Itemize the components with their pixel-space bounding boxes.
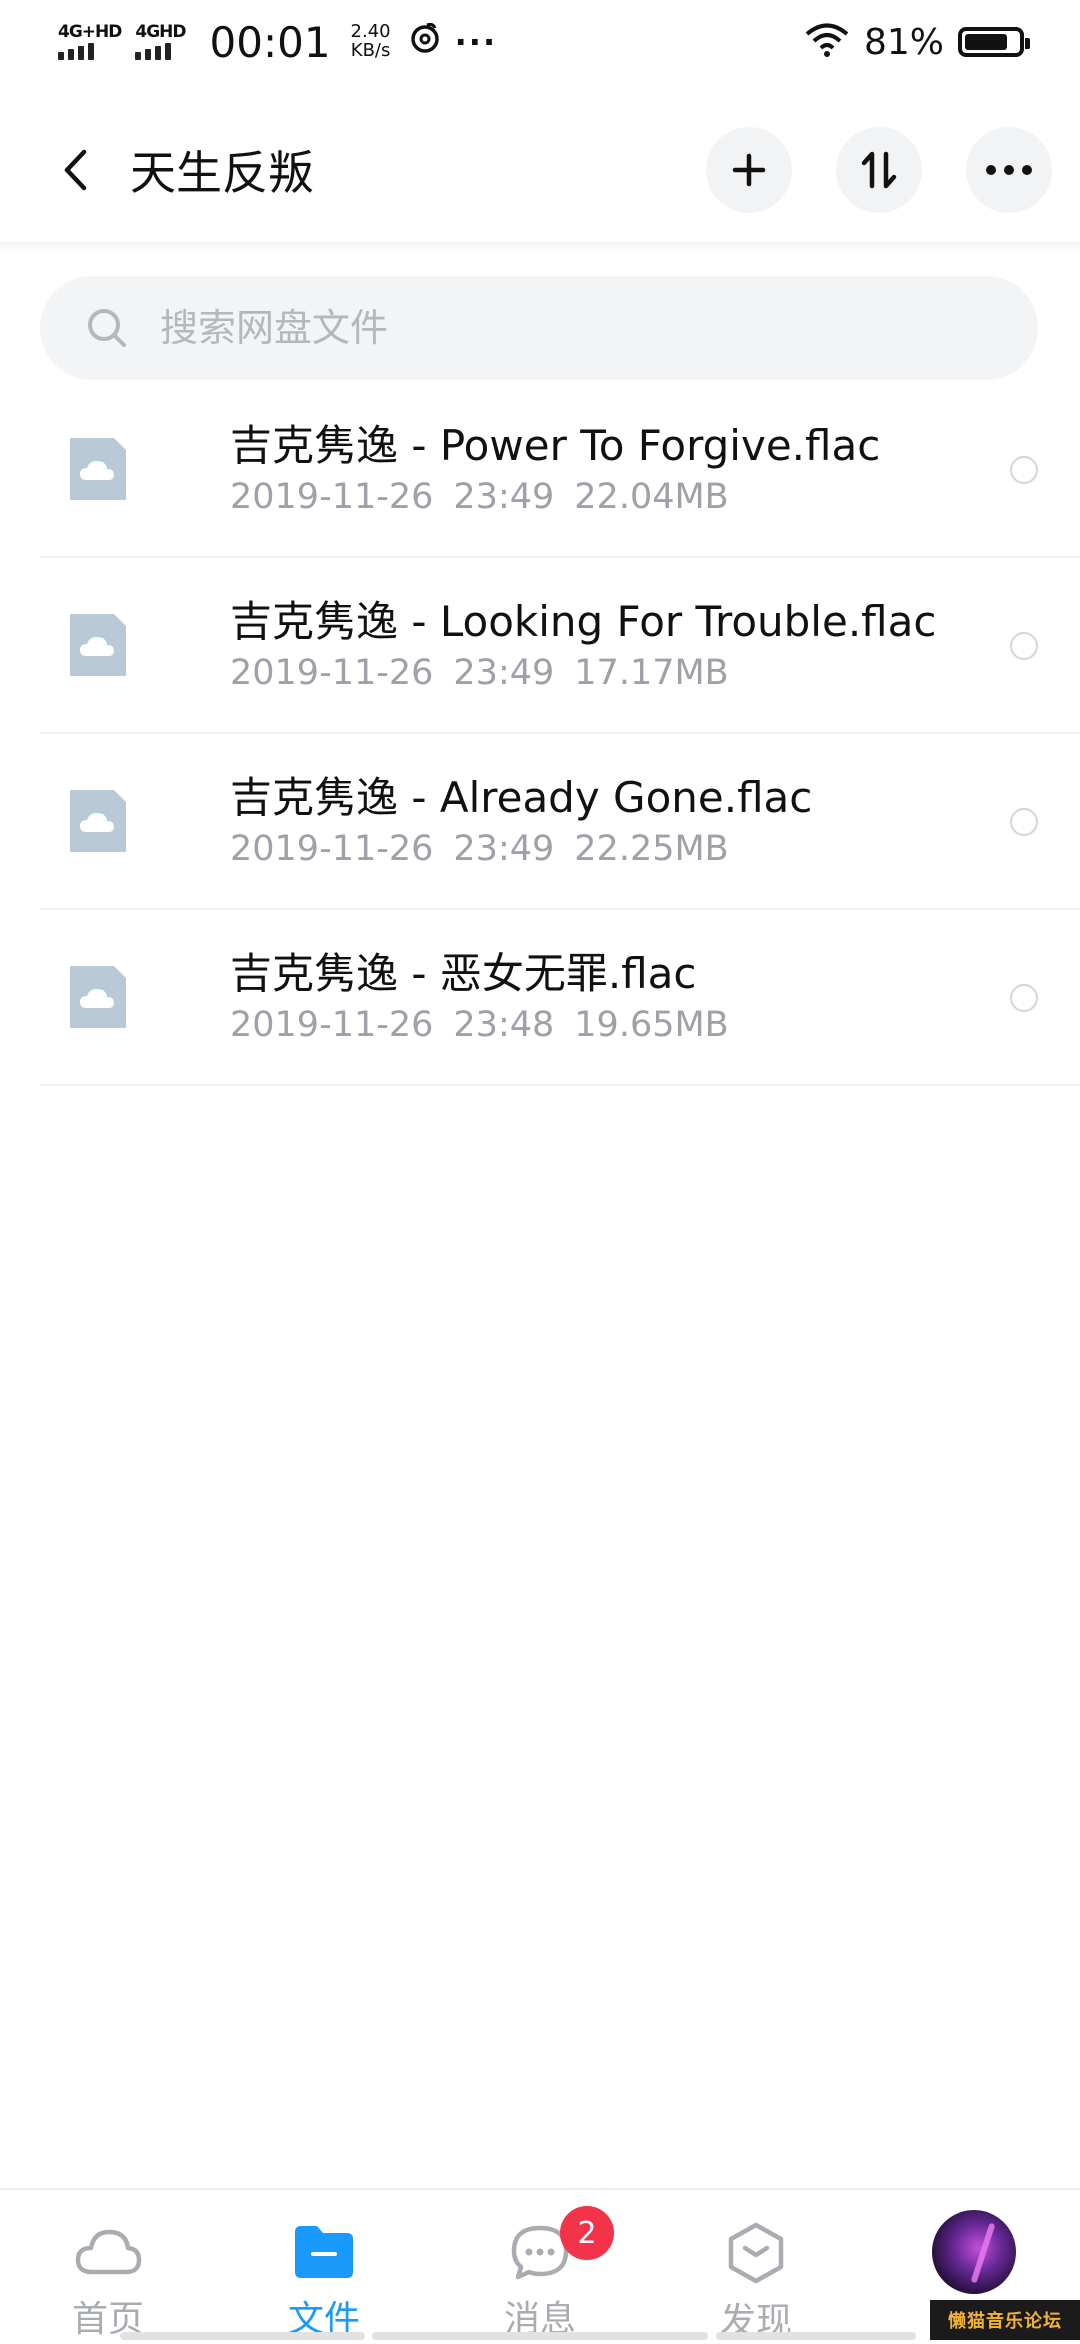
status-right: 81% [804,21,1030,63]
search-bar[interactable] [40,276,1038,380]
file-time: 23:49 [453,829,555,870]
file-size: 17.17MB [574,653,729,694]
select-checkbox[interactable] [1010,632,1038,660]
file-time: 23:49 [453,653,555,694]
home-indicator-right [716,2332,916,2340]
cloud-file-icon [70,438,126,500]
select-checkbox[interactable] [1010,456,1038,484]
header-divider [0,242,1080,252]
tab-discover[interactable]: 发现 [648,2190,864,2342]
cloud-file-icon [70,966,126,1028]
bottom-nav: 首页 文件 消息 2 发现 [0,2188,1080,2342]
select-checkbox[interactable] [1010,984,1038,1012]
file-size: 22.04MB [574,477,729,518]
tab-messages[interactable]: 消息 2 [432,2190,648,2342]
file-meta: 2019-11-26 23:49 22.25MB [230,829,812,869]
search-input[interactable] [158,305,938,351]
netease-music-icon [409,21,441,64]
speed-unit: KB/s [350,40,391,61]
tab-home[interactable]: 首页 [0,2190,216,2342]
add-button[interactable] [706,127,792,213]
file-row[interactable]: 吉克隽逸 - Already Gone.flac 2019-11-26 23:49… [40,734,1080,910]
network-speed: 2.40 KB/s [350,22,391,61]
more-button[interactable] [966,127,1052,213]
cloud-file-icon [70,614,126,676]
signal-bars-1-icon [58,43,94,60]
clock: 00:01 [209,17,331,67]
sort-icon [861,151,897,189]
file-size: 19.65MB [574,1005,729,1046]
file-text: 吉克隽逸 - Already Gone.flac 2019-11-26 23:49… [230,773,812,869]
header: 天生反叛 [0,100,1080,240]
cloud-file-icon [70,790,126,852]
plus-icon [732,153,766,187]
file-date: 2019-11-26 [230,1005,434,1046]
file-date: 2019-11-26 [230,477,434,518]
file-row[interactable]: 吉克隽逸 - 恶女无罪.flac 2019-11-26 23:48 19.65MB [40,910,1080,1086]
file-text: 吉克隽逸 - Looking For Trouble.flac 2019-11-… [230,597,936,693]
folder-icon [295,2222,353,2282]
more-dots-icon [986,165,1032,175]
tab-files[interactable]: 文件 [216,2190,432,2342]
file-row[interactable]: 吉克隽逸 - Looking For Trouble.flac 2019-11-… [40,558,1080,734]
file-meta: 2019-11-26 23:49 17.17MB [230,653,936,693]
file-name: 吉克隽逸 - Power To Forgive.flac [230,420,881,470]
network-type-1: 4G+HD [58,22,122,42]
file-meta: 2019-11-26 23:48 19.65MB [230,1005,729,1045]
status-bar: 4G+HD 4GHD 00:01 2.40 KB/s ··· 81% [0,0,1080,84]
avatar[interactable] [932,2210,1016,2294]
battery-percent: 81% [863,21,944,63]
home-indicator-left [120,2332,365,2340]
signal-1: 4G+HD [58,22,122,60]
file-time: 23:48 [453,1005,555,1046]
forum-watermark: 懒猫音乐论坛 [930,2300,1080,2340]
status-left: 4G+HD 4GHD 00:01 2.40 KB/s ··· [58,18,497,67]
file-date: 2019-11-26 [230,829,434,870]
back-arrow-icon [64,149,87,191]
file-date: 2019-11-26 [230,653,434,694]
cloud-icon [74,2222,142,2282]
file-row[interactable]: 吉克隽逸 - Power To Forgive.flac 2019-11-26 2… [40,382,1080,558]
battery-level [965,34,1008,50]
file-size: 22.25MB [574,829,729,870]
file-text: 吉克隽逸 - Power To Forgive.flac 2019-11-26 2… [230,421,880,517]
battery-icon [958,27,1030,57]
file-time: 23:49 [453,477,555,518]
sort-button[interactable] [836,127,922,213]
file-name: 吉克隽逸 - Already Gone.flac [230,772,813,822]
more-notifications-icon: ··· [454,23,498,61]
file-text: 吉克隽逸 - 恶女无罪.flac 2019-11-26 23:48 19.65MB [230,949,729,1045]
home-indicator-center [372,2332,708,2340]
file-name: 吉克隽逸 - Looking For Trouble.flac [230,596,937,646]
signal-bars-2-icon [135,43,172,60]
message-badge: 2 [560,2206,614,2260]
select-checkbox[interactable] [1010,808,1038,836]
file-list: 吉克隽逸 - Power To Forgive.flac 2019-11-26 2… [40,382,1080,1086]
page-title: 天生反叛 [130,146,314,200]
search-icon [88,309,126,347]
file-name: 吉克隽逸 - 恶女无罪.flac [230,948,697,998]
network-type-2: 4GHD [135,22,186,42]
wifi-icon [804,23,850,61]
discover-icon [727,2222,785,2284]
file-meta: 2019-11-26 23:49 22.04MB [230,477,880,517]
back-button[interactable] [50,140,100,200]
signal-2: 4GHD [135,22,187,60]
